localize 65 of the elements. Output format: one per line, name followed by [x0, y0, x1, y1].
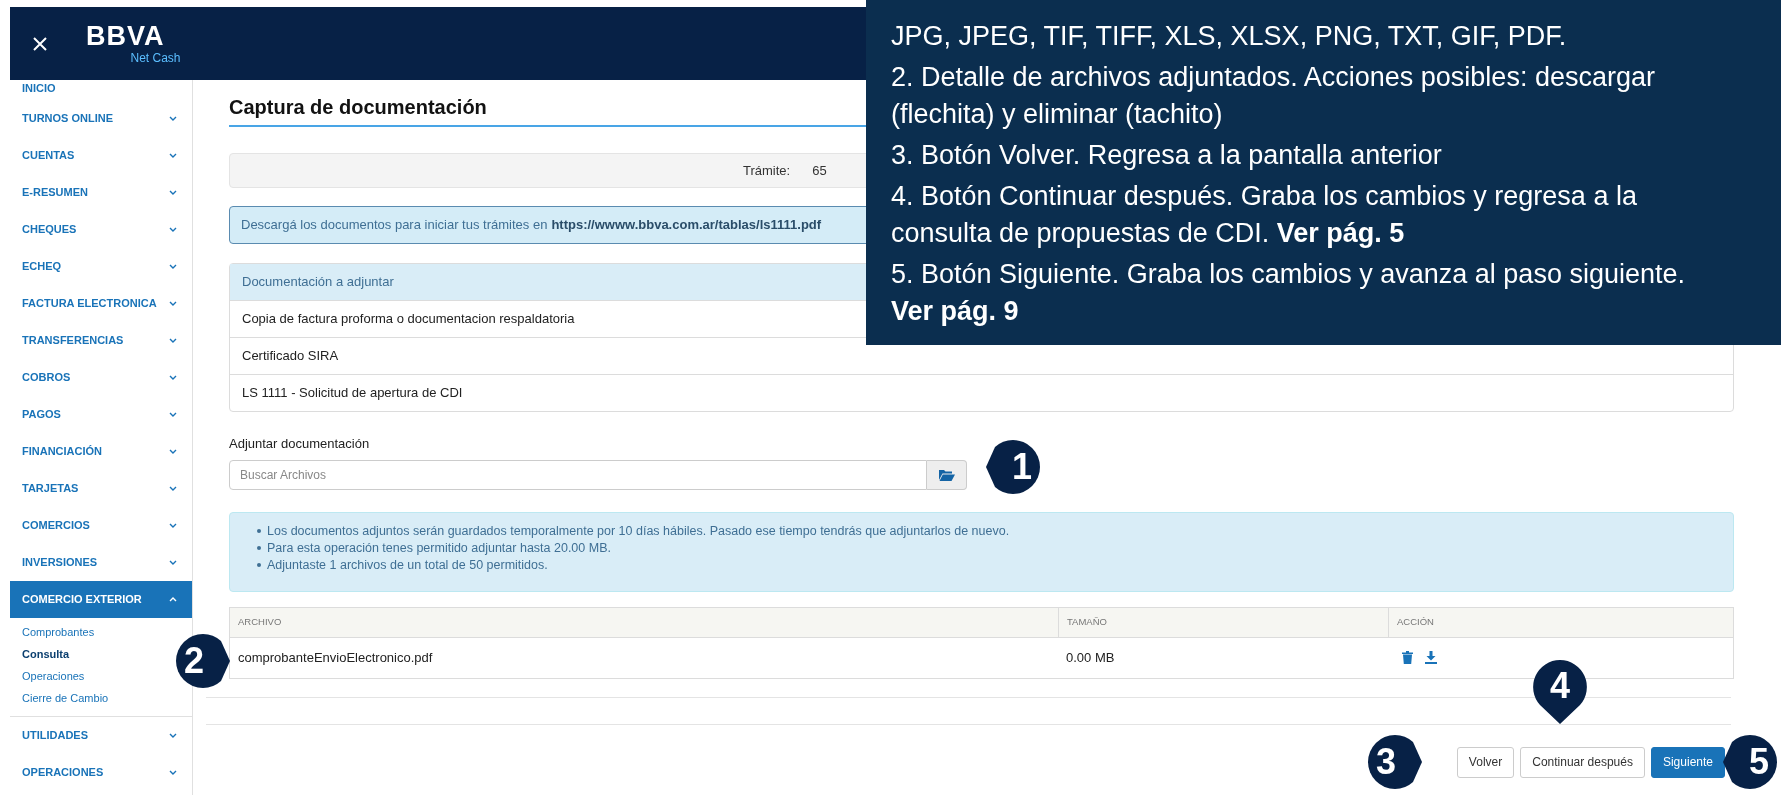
submenu-link[interactable]: Consulta	[22, 646, 70, 662]
chevron-icon	[169, 338, 177, 343]
chevron-icon	[169, 597, 177, 602]
logo: BBVA	[86, 23, 165, 50]
annotation-text: JPG, JPEG, TIF, TIFF, XLS, XLSX, PNG, TXT, GIF, PDF.	[891, 20, 1568, 53]
action-button[interactable]: Continuar después	[1520, 746, 1645, 778]
chevron-icon	[169, 733, 177, 738]
chevron-icon	[169, 560, 177, 565]
chevron-icon	[169, 227, 177, 232]
chevron-icon	[169, 301, 177, 306]
sidebar-item[interactable]: PAGOS	[10, 396, 192, 433]
notice-text: Descargá los documentos para iniciar tus trámites en	[241, 216, 548, 235]
sidebar-item[interactable]: CUENTAS	[10, 137, 192, 174]
table-cell-text: 0.00 MB	[1065, 648, 1116, 667]
column-header: ARCHIVO	[237, 614, 283, 629]
close-icon[interactable]	[32, 35, 48, 52]
sidebar-item[interactable]: INVERSIONES	[10, 544, 192, 581]
annotation-text: 4. Botón Continuar después. Graba los cambios y regresa a la consulta de propuestas de CDI. Ver pág. 5	[891, 180, 1638, 250]
table-cell-text: comprobanteEnvioElectronico.pdf	[237, 648, 434, 667]
chevron-icon	[169, 412, 177, 417]
info-text: Los documentos adjuntos serán guardados temporalmente por 10 días hábiles. Pasado ese tiempo tendrás que adjuntarlos de nuevo.	[267, 522, 1010, 540]
chevron-icon	[169, 770, 177, 775]
table-row: LS 1111 - Solicitud de apertura de CDI	[230, 374, 1733, 411]
chevron-icon	[169, 116, 177, 121]
info-text: Para esta operación tenes permitido adjuntar hasta 20.00 MB.	[267, 539, 611, 557]
action-button[interactable]: Volver	[1456, 746, 1515, 778]
sidebar-item[interactable]: TARJETAS	[10, 470, 192, 507]
column-header: TAMAÑO	[1058, 607, 1388, 637]
sidebar-item[interactable]: ECHEQ	[10, 248, 192, 285]
file-search-field[interactable]: Buscar Archivos	[229, 459, 927, 490]
chevron-icon	[169, 375, 177, 380]
sidebar-item[interactable]: TURNOS ONLINE	[10, 100, 192, 137]
download-icon[interactable]	[1425, 651, 1437, 664]
browse-button[interactable]	[927, 459, 967, 490]
chevron-icon	[169, 523, 177, 528]
chevron-icon	[169, 486, 177, 491]
chevron-icon	[169, 264, 177, 269]
annotation-text: 3. Botón Volver. Regresa a la pantalla anterior	[891, 139, 1443, 172]
folder-icon	[938, 468, 955, 481]
sidebar-item[interactable]: COMERCIOS	[10, 507, 192, 544]
sidebar-item[interactable]: COMERCIO EXTERIOR	[10, 581, 192, 618]
submenu-link[interactable]: Cierre de Cambio	[22, 690, 109, 706]
submenu-link[interactable]: Comprobantes	[22, 624, 95, 640]
download-link[interactable]: https://wwww.bbva.com.ar/tablas/ls1111.pdf	[551, 215, 822, 235]
column-header: ACCIÓN	[1388, 607, 1733, 637]
field-label: Adjuntar documentación	[229, 435, 371, 453]
sidebar-item[interactable]: FACTURA ELECTRONICA	[10, 285, 192, 322]
sidebar-item[interactable]: TRANSFERENCIAS	[10, 322, 192, 359]
submenu-link[interactable]: Operaciones	[22, 668, 85, 684]
field-label: Trámite:	[743, 161, 791, 180]
logo-subtitle: Net Cash	[130, 52, 181, 64]
sidebar-item[interactable]: CHEQUES	[10, 211, 192, 248]
sidebar-item[interactable]: INICIO	[10, 80, 192, 100]
trash-icon[interactable]	[1402, 651, 1413, 664]
sidebar-item[interactable]: FINANCIACIÓN	[10, 433, 192, 470]
sidebar-item[interactable]: OPERACIONES	[10, 754, 192, 791]
field-value: 65	[812, 161, 827, 180]
chevron-icon	[169, 153, 177, 158]
chevron-icon	[169, 190, 177, 195]
sidebar-item[interactable]: UTILIDADES	[10, 717, 192, 754]
action-button[interactable]: Siguiente	[1650, 746, 1725, 778]
chevron-icon	[169, 449, 177, 454]
info-text: Adjuntaste 1 archivos de un total de 50 permitidos.	[267, 556, 548, 574]
sidebar-item[interactable]: E-RESUMEN	[10, 174, 192, 211]
sidebar-item[interactable]: COBROS	[10, 359, 192, 396]
